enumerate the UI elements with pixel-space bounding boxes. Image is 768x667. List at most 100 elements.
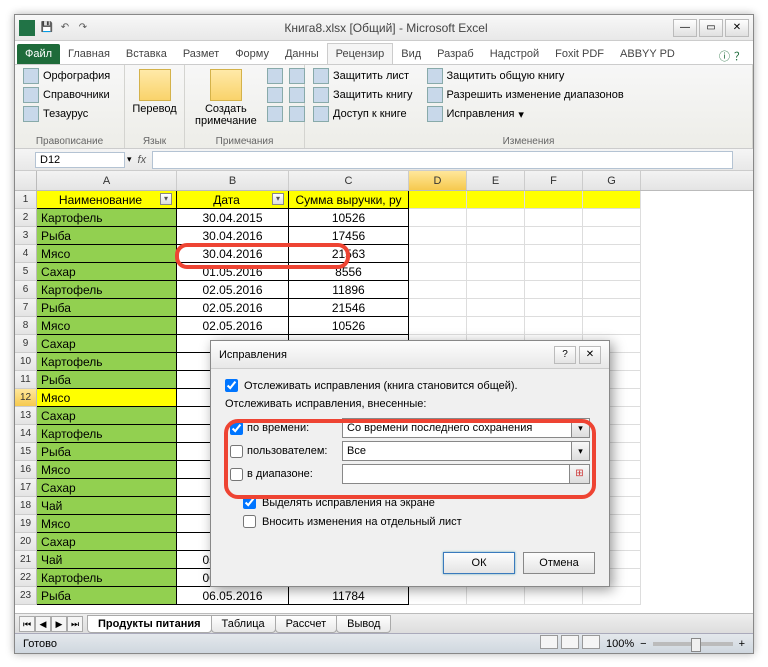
row-header[interactable]: 23 xyxy=(15,587,37,605)
cell[interactable]: 21546 xyxy=(289,299,409,317)
by-time-dropdown[interactable]: Со времени последнего сохранения xyxy=(342,418,572,438)
protect-shared-button[interactable]: Защитить общую книгу xyxy=(425,67,626,85)
dialog-titlebar[interactable]: Исправления ? ✕ xyxy=(211,341,609,369)
cell[interactable]: Сахар xyxy=(37,479,177,497)
by-user-dropdown-button[interactable]: ▾ xyxy=(572,441,590,461)
by-range-input[interactable] xyxy=(342,464,570,484)
by-time-checkbox[interactable] xyxy=(230,422,243,435)
tab-data[interactable]: Данны xyxy=(277,44,327,64)
tab-developer[interactable]: Разраб xyxy=(429,44,482,64)
tab-review[interactable]: Рецензир xyxy=(327,43,394,64)
cell[interactable]: Мясо xyxy=(37,461,177,479)
by-range-checkbox[interactable] xyxy=(230,468,243,481)
fx-icon[interactable]: fx xyxy=(138,154,147,166)
minimize-ribbon-icon[interactable]: ⓘ xyxy=(719,48,730,64)
cell[interactable]: Рыба xyxy=(37,587,177,605)
zoom-level[interactable]: 100% xyxy=(606,638,634,650)
ok-button[interactable]: ОК xyxy=(443,552,515,574)
cell[interactable]: 11784 xyxy=(289,587,409,605)
protect-sheet-button[interactable]: Защитить лист xyxy=(311,67,415,85)
empty-cell[interactable] xyxy=(525,227,583,245)
empty-cell[interactable] xyxy=(583,587,641,605)
empty-cell[interactable] xyxy=(525,281,583,299)
tab-file[interactable]: Файл xyxy=(17,44,60,64)
row-header[interactable]: 13 xyxy=(15,407,37,425)
cell[interactable]: 30.04.2016 xyxy=(177,245,289,263)
layout-view-button[interactable] xyxy=(561,635,579,649)
empty-cell[interactable] xyxy=(583,191,641,209)
dialog-close-button[interactable]: ✕ xyxy=(579,346,601,364)
tab-addins[interactable]: Надстрой xyxy=(482,44,547,64)
tab-view[interactable]: Вид xyxy=(393,44,429,64)
separate-sheet-checkbox[interactable]: Вносить изменения на отдельный лист xyxy=(243,515,595,528)
show-all-button[interactable] xyxy=(287,86,307,104)
titlebar[interactable]: 💾 ↶ ↷ Книга8.xlsx [Общий] - Microsoft Ex… xyxy=(15,15,753,41)
research-button[interactable]: Справочники xyxy=(21,86,118,104)
new-comment-button[interactable]: Создать примечание xyxy=(191,67,261,146)
row-header[interactable]: 16 xyxy=(15,461,37,479)
cell[interactable]: Рыба xyxy=(37,371,177,389)
cancel-button[interactable]: Отмена xyxy=(523,552,595,574)
col-header-G[interactable]: G xyxy=(583,171,641,190)
next-sheet-button[interactable]: ▶ xyxy=(51,616,67,632)
empty-cell[interactable] xyxy=(467,245,525,263)
empty-cell[interactable] xyxy=(409,209,467,227)
empty-cell[interactable] xyxy=(583,299,641,317)
cell[interactable]: 01.05.2016 xyxy=(177,263,289,281)
empty-cell[interactable] xyxy=(467,263,525,281)
col-header-F[interactable]: F xyxy=(525,171,583,190)
pagebreak-view-button[interactable] xyxy=(582,635,600,649)
empty-cell[interactable] xyxy=(409,281,467,299)
col-header-A[interactable]: A xyxy=(37,171,177,190)
delete-comment-button[interactable] xyxy=(265,67,285,85)
close-button[interactable]: ✕ xyxy=(725,19,749,37)
row-header[interactable]: 10 xyxy=(15,353,37,371)
track-changes-button[interactable]: Исправления ▾ xyxy=(425,105,626,123)
row-header[interactable]: 3 xyxy=(15,227,37,245)
save-icon[interactable]: 💾 xyxy=(39,20,55,36)
row-header[interactable]: 9 xyxy=(15,335,37,353)
undo-icon[interactable]: ↶ xyxy=(57,20,73,36)
cell[interactable]: Сахар xyxy=(37,407,177,425)
cell[interactable]: 02.05.2016 xyxy=(177,281,289,299)
tab-insert[interactable]: Вставка xyxy=(118,44,175,64)
row-header[interactable]: 8 xyxy=(15,317,37,335)
cell[interactable]: Рыба xyxy=(37,227,177,245)
range-picker-button[interactable]: ⊞ xyxy=(570,464,590,484)
redo-icon[interactable]: ↷ xyxy=(75,20,91,36)
sheet-tab-2[interactable]: Рассчет xyxy=(275,615,338,633)
cell[interactable]: 30.04.2015 xyxy=(177,209,289,227)
minimize-button[interactable]: — xyxy=(673,19,697,37)
zoom-in-button[interactable]: + xyxy=(739,638,745,650)
first-sheet-button[interactable]: ⏮ xyxy=(19,616,35,632)
empty-cell[interactable] xyxy=(409,317,467,335)
cell[interactable]: Картофель xyxy=(37,209,177,227)
cell[interactable]: 17456 xyxy=(289,227,409,245)
cell[interactable]: Мясо xyxy=(37,389,177,407)
cell[interactable]: Мясо xyxy=(37,515,177,533)
prev-comment-button[interactable] xyxy=(265,86,285,104)
empty-cell[interactable] xyxy=(467,299,525,317)
spelling-button[interactable]: Орфография xyxy=(21,67,118,85)
row-header[interactable]: 17 xyxy=(15,479,37,497)
separate-check-input[interactable] xyxy=(243,515,256,528)
cell[interactable]: Картофель xyxy=(37,425,177,443)
by-user-checkbox[interactable] xyxy=(230,445,243,458)
cell[interactable]: 30.04.2016 xyxy=(177,227,289,245)
cell[interactable]: Рыба xyxy=(37,299,177,317)
cell[interactable]: 8556 xyxy=(289,263,409,281)
tab-home[interactable]: Главная xyxy=(60,44,118,64)
cell[interactable]: Картофель xyxy=(37,353,177,371)
header-cell[interactable]: Наименование▾ xyxy=(37,191,177,209)
highlight-on-screen-checkbox[interactable]: Выделять исправления на экране xyxy=(243,496,595,509)
normal-view-button[interactable] xyxy=(540,635,558,649)
cell[interactable]: Картофель xyxy=(37,569,177,587)
cell[interactable]: Мясо xyxy=(37,317,177,335)
empty-cell[interactable] xyxy=(409,299,467,317)
maximize-button[interactable]: ▭ xyxy=(699,19,723,37)
empty-cell[interactable] xyxy=(525,263,583,281)
next-comment-button[interactable] xyxy=(265,105,285,123)
tab-foxit[interactable]: Foxit PDF xyxy=(547,44,612,64)
cell[interactable]: Чай xyxy=(37,497,177,515)
col-header-C[interactable]: C xyxy=(289,171,409,190)
